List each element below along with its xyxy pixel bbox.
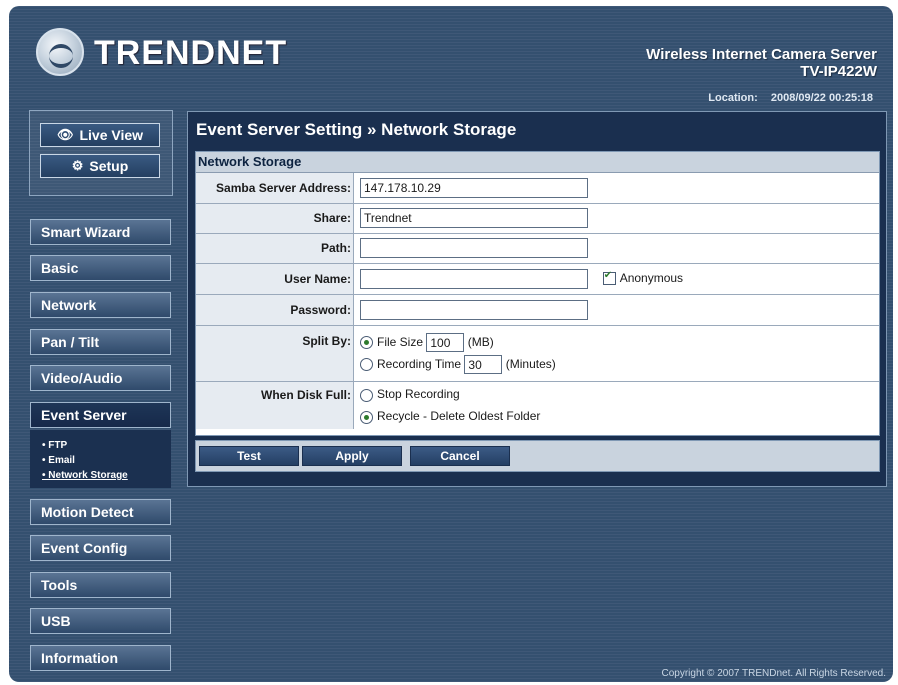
logo-icon [36, 28, 84, 76]
gear-icon: ⚙ [71, 158, 84, 173]
submenu-email[interactable]: • Email [30, 453, 171, 468]
view-switcher: 👁 Live View ⚙ Setup [29, 110, 173, 196]
menu-event-server[interactable]: Event Server [30, 402, 171, 428]
anonymous-checkbox[interactable] [602, 270, 616, 285]
product-title: Wireless Internet Camera Server TV-IP422… [646, 46, 877, 80]
file-size-input[interactable]: 100 [426, 333, 465, 353]
anonymous-label: Anonymous [619, 270, 684, 285]
cancel-button[interactable]: Cancel [410, 446, 510, 466]
submenu-ftp[interactable]: • FTP [30, 438, 171, 453]
setup-button[interactable]: ⚙ Setup [40, 154, 160, 178]
network-storage-form: Network Storage Samba Server Address: 14… [195, 151, 880, 436]
file-size-radio[interactable] [360, 336, 373, 350]
product-line: Wireless Internet Camera Server [646, 46, 877, 63]
file-size-label: File Size [377, 335, 424, 349]
menu-pan-tilt[interactable]: Pan / Tilt [30, 329, 171, 355]
settings-table: Samba Server Address: 147.178.10.29 Shar… [196, 173, 879, 429]
stop-recording-radio[interactable] [360, 388, 373, 402]
menu-tools[interactable]: Tools [30, 572, 171, 598]
copyright-text: Copyright © 2007 TRENDnet. All Rights Re… [661, 668, 886, 679]
location-label: Location: [708, 92, 758, 104]
setup-label: Setup [89, 158, 129, 174]
menu-video-audio[interactable]: Video/Audio [30, 365, 171, 391]
menu-event-config[interactable]: Event Config [30, 535, 171, 561]
password-input[interactable] [360, 299, 588, 320]
username-input[interactable] [360, 268, 588, 289]
recording-time-label: Recording Time [377, 357, 462, 371]
disk-full-row: When Disk Full: Stop Recording Recycle -… [196, 381, 879, 429]
path-label: Path: [196, 233, 354, 264]
location-bar: Location: 2008/09/22 00:25:18 [708, 92, 873, 104]
location-datetime: 2008/09/22 00:25:18 [770, 92, 873, 104]
share-row: Share: Trendnet [196, 203, 879, 234]
menu-basic[interactable]: Basic [30, 255, 171, 281]
live-view-button[interactable]: 👁 Live View [40, 123, 160, 147]
menu-information[interactable]: Information [30, 645, 171, 671]
samba-address-input[interactable]: 147.178.10.29 [360, 177, 588, 198]
disk-full-label: When Disk Full: [196, 381, 354, 429]
eye-icon: 👁 [56, 127, 74, 142]
samba-row: Samba Server Address: 147.178.10.29 [196, 173, 879, 204]
recording-time-unit: (Minutes) [505, 357, 556, 371]
stop-recording-label: Stop Recording [377, 387, 460, 402]
content-panel: Event Server Setting » Network Storage N… [187, 111, 887, 487]
file-size-unit: (MB) [467, 335, 494, 349]
password-row: Password: [196, 294, 879, 326]
username-label: User Name: [196, 263, 354, 295]
page-title: Event Server Setting » Network Storage [196, 120, 517, 139]
live-view-label: Live View [79, 127, 144, 143]
path-row: Path: [196, 233, 879, 264]
split-label: Split By: [196, 325, 354, 382]
apply-button[interactable]: Apply [302, 446, 402, 466]
recording-time-input[interactable]: 30 [464, 355, 503, 375]
submenu-network-storage[interactable]: • Network Storage [30, 468, 171, 483]
recording-time-radio[interactable] [360, 358, 373, 372]
menu-smart-wizard[interactable]: Smart Wizard [30, 219, 171, 245]
logo-text: TRENDNET [94, 34, 288, 72]
menu-motion-detect[interactable]: Motion Detect [30, 499, 171, 525]
event-server-submenu: • FTP • Email • Network Storage [30, 430, 171, 488]
samba-label: Samba Server Address: [196, 173, 354, 204]
share-input[interactable]: Trendnet [360, 208, 588, 228]
share-label: Share: [196, 203, 354, 234]
recycle-label: Recycle - Delete Oldest Folder [377, 409, 541, 424]
section-header: Network Storage [196, 152, 879, 173]
model-name: TV-IP422W [800, 63, 877, 80]
menu-network[interactable]: Network [30, 292, 171, 318]
test-button[interactable]: Test [199, 446, 299, 466]
action-bar: Test Apply Cancel [195, 440, 880, 472]
password-label: Password: [196, 294, 354, 326]
username-row: User Name: Anonymous [196, 263, 879, 295]
recycle-radio[interactable] [360, 410, 373, 424]
menu-usb[interactable]: USB [30, 608, 171, 634]
path-input[interactable] [360, 238, 588, 258]
split-row: Split By: File Size 100 (MB) Recording T… [196, 325, 879, 382]
